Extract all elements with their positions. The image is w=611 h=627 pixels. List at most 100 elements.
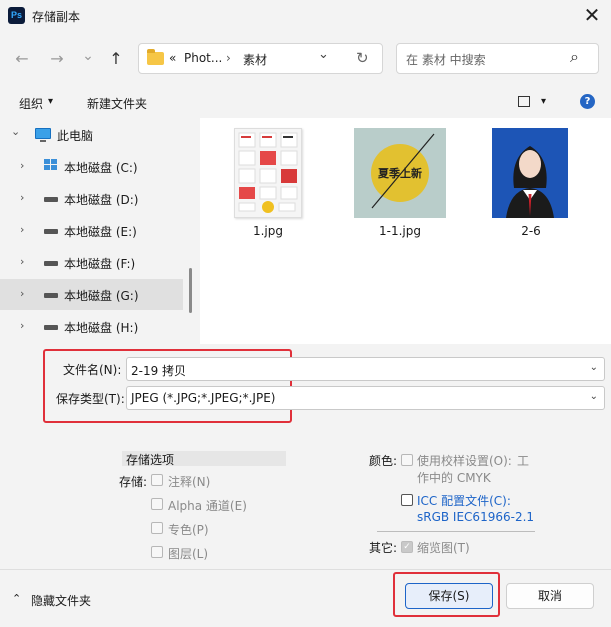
icc-profile-value: sRGB IEC61966-2.1 [417,510,535,524]
nav-label: 本地磁盘 (H:) [64,321,139,335]
alpha-channel-checkbox[interactable] [151,498,163,510]
save-button[interactable]: 保存(S) [405,583,493,609]
up-arrow-icon[interactable]: ↑ [104,47,128,71]
icc-profile-checkbox[interactable] [401,494,413,506]
thumbnail-checkbox[interactable]: ✓ [401,541,413,553]
file-thumbnail-1[interactable] [234,128,302,218]
file-name-3[interactable]: 2-6 [481,224,581,238]
close-button[interactable]: ✕ [577,2,607,30]
portrait-thumbnail-image [492,128,568,218]
proof-setup-label-tail: 工 [517,454,530,468]
nav-item-this-pc[interactable]: ⌄ 此电脑 [0,119,183,150]
layers-label: 图层(L) [168,547,209,561]
footer-divider [0,569,611,570]
search-icon[interactable]: ⌕ [570,47,579,67]
nav-label: 本地磁盘 (E:) [64,225,137,239]
save-type-select[interactable]: JPEG (*.JPG;*.JPEG;*.JPE) ⌄ [126,386,605,410]
nav-label: 本地磁盘 (G:) [64,289,139,303]
hide-folders-caret-icon[interactable]: ⌃ [12,592,21,605]
expand-chevron-icon[interactable]: ⌄ [11,125,20,138]
help-icon[interactable]: ? [580,94,595,109]
new-folder-button[interactable]: 新建文件夹 [87,95,147,112]
nav-item-drive-h[interactable]: › 本地磁盘 (H:) [0,311,183,342]
back-arrow-icon[interactable]: ← [10,47,34,71]
window-title: 存储副本 [32,10,81,24]
view-mode-caret-icon[interactable]: ▾ [541,96,546,107]
file-name-1[interactable]: 1.jpg [218,224,318,238]
nav-scrollbar-thumb[interactable] [189,268,192,313]
breadcrumb-overflow[interactable]: « [169,51,176,65]
breadcrumb-photoshop[interactable]: Phot... [184,51,222,65]
proof-setup-label: 使用校样设置(O): [417,454,512,468]
drive-icon [44,197,58,202]
expand-chevron-icon[interactable]: › [20,191,24,204]
windows-drive-icon [44,159,58,171]
hide-folders-button[interactable]: 隐藏文件夹 [31,592,91,609]
file-name-2[interactable]: 1-1.jpg [350,224,450,238]
drive-icon [44,229,58,234]
other-label: 其它: [369,541,398,555]
address-dropdown-chevron-icon[interactable]: ⌄ [318,47,329,62]
file-thumbnail-2[interactable]: 夏季上新 [354,128,446,218]
spot-color-label: 专色(P) [168,523,209,537]
filename-dropdown-chevron-icon[interactable]: ⌄ [590,362,598,373]
refresh-icon[interactable]: ↻ [356,49,369,67]
nav-item-drive-g[interactable]: › 本地磁盘 (G:) [0,279,183,310]
save-type-label: 保存类型(T): [56,392,125,406]
thumbnail-label: 缩览图(T) [417,541,470,555]
check-icon: ✓ [403,542,411,552]
drive-icon [44,325,58,330]
expand-chevron-icon[interactable]: › [20,255,24,268]
proof-setup-profile: 作中的 CMYK [417,471,491,485]
proof-setup-checkbox[interactable] [401,454,413,466]
save-type-dropdown-chevron-icon[interactable]: ⌄ [590,391,598,402]
annotations-checkbox[interactable] [151,474,163,486]
save-label: 存储: [119,475,148,489]
filename-field[interactable]: 2-19 拷贝 ⌄ [126,357,605,381]
color-label: 颜色: [369,454,398,468]
nav-label: 本地磁盘 (F:) [64,257,136,271]
navigation-pane: ⌄ 此电脑 › 本地磁盘 (C:) › 本地磁盘 (D:) › 本地磁盘 (E:… [0,118,190,344]
computer-icon [35,128,51,142]
file-thumbnail-3[interactable] [492,128,568,218]
nav-item-drive-d[interactable]: › 本地磁盘 (D:) [0,183,183,214]
poster-text: 夏季上新 [378,166,422,180]
search-input[interactable]: 在 素材 中搜索 [406,51,486,68]
organize-caret-icon[interactable]: ▾ [48,96,53,107]
annotations-label: 注释(N) [168,475,211,489]
filename-label: 文件名(N): [63,363,122,377]
organize-menu-button[interactable]: 组织 [19,95,43,112]
cancel-button[interactable]: 取消 [506,583,594,609]
divider [377,531,535,532]
forward-arrow-icon[interactable]: → [45,47,69,71]
nav-label: 此电脑 [57,129,94,143]
nav-label: 本地磁盘 (D:) [64,193,139,207]
breadcrumb-separator-icon: › [226,51,231,65]
alpha-channel-label: Alpha 通道(E) [168,499,247,513]
spot-color-checkbox[interactable] [151,522,163,534]
save-options-title: 存储选项 [126,453,175,467]
save-type-value[interactable]: JPEG (*.JPG;*.JPEG;*.JPE) [131,391,275,405]
title-bar [0,0,611,32]
expand-chevron-icon[interactable]: › [20,159,24,172]
filename-value[interactable]: 2-19 拷贝 [131,362,186,379]
expand-chevron-icon[interactable]: › [20,319,24,332]
layers-checkbox[interactable] [151,546,163,558]
collage-thumbnail-image [235,129,301,217]
icc-profile-label: ICC 配置文件(C): [417,494,511,508]
nav-item-drive-c[interactable]: › 本地磁盘 (C:) [0,151,183,182]
nav-label: 本地磁盘 (C:) [64,161,138,175]
view-mode-icon[interactable] [518,96,530,107]
summer-poster-thumbnail-image: 夏季上新 [354,128,446,218]
file-list-pane: 1.jpg 夏季上新 1-1.jpg 2-6 [200,118,611,344]
expand-chevron-icon[interactable]: › [20,287,24,300]
drive-icon [44,261,58,266]
nav-item-drive-f[interactable]: › 本地磁盘 (F:) [0,247,183,278]
expand-chevron-icon[interactable]: › [20,223,24,236]
folder-icon [147,49,164,65]
drive-icon [44,293,58,298]
photoshop-app-icon: Ps [8,7,25,24]
recent-locations-chevron-icon[interactable]: ⌄ [76,44,100,68]
breadcrumb-current-folder[interactable]: 素材 [243,51,267,68]
nav-item-drive-e[interactable]: › 本地磁盘 (E:) [0,215,183,246]
